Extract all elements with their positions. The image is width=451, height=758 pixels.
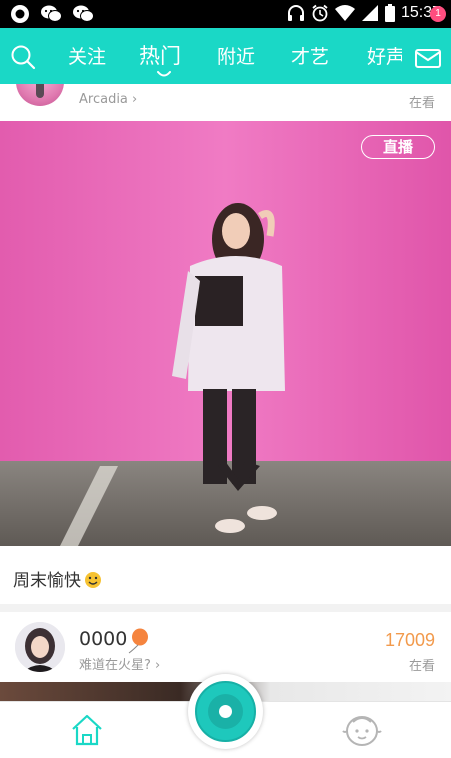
home-icon[interactable]	[68, 711, 106, 749]
smile-emoji-icon	[85, 572, 101, 588]
watching-label: 在看	[408, 96, 435, 111]
cover-photo	[0, 121, 451, 546]
chevron-right-icon: ›	[132, 92, 138, 107]
user-subtitle: 难道在火星? ›	[79, 658, 161, 673]
battery-icon	[384, 4, 395, 22]
active-tab-indicator	[157, 71, 171, 77]
mail-icon[interactable]	[413, 44, 443, 70]
username: 0000	[79, 628, 128, 650]
caption-row: 周末愉快	[0, 546, 451, 604]
live-stream-cover[interactable]: 直播	[0, 121, 451, 546]
watching-label: 在看	[408, 659, 435, 674]
wifi-icon	[334, 5, 355, 21]
record-icon	[11, 5, 29, 23]
tab-talent[interactable]: 才艺	[291, 42, 329, 69]
lens-dot	[219, 705, 232, 718]
top-nav: 关注 热门 附近 才艺 好声	[0, 28, 451, 84]
tab-following[interactable]: 关注	[68, 42, 106, 69]
user-subtitle: Arcadia ›	[79, 92, 138, 107]
profile-icon[interactable]	[340, 710, 384, 752]
avatar[interactable]	[16, 84, 64, 106]
chevron-right-icon: ›	[155, 658, 161, 673]
wechat-icon	[41, 5, 62, 22]
alarm-icon	[312, 4, 328, 22]
avatar[interactable]	[15, 622, 65, 672]
feed-card-header[interactable]: 0000 难道在火星? › 17009 在看	[0, 612, 451, 682]
tab-hot[interactable]: 热门	[139, 40, 181, 70]
feed-card-header[interactable]: Arcadia › 在看	[0, 84, 451, 121]
viewer-count: 17009	[384, 630, 435, 650]
go-live-button[interactable]	[188, 674, 263, 749]
tab-nearby[interactable]: 附近	[217, 42, 255, 69]
live-badge: 直播	[361, 135, 435, 159]
tab-good-voice[interactable]: 好声	[367, 42, 402, 69]
caption-text: 周末愉快	[13, 566, 102, 591]
mail-badge: 1	[430, 6, 446, 22]
headphones-icon	[287, 5, 304, 21]
status-bar: 15:37	[0, 0, 451, 28]
signal-icon	[361, 5, 378, 21]
search-icon[interactable]	[10, 44, 36, 70]
balloon-icon	[128, 628, 148, 654]
channel-tabs: 关注 热门 附近 才艺 好声	[62, 28, 402, 84]
wechat-icon	[73, 5, 94, 22]
